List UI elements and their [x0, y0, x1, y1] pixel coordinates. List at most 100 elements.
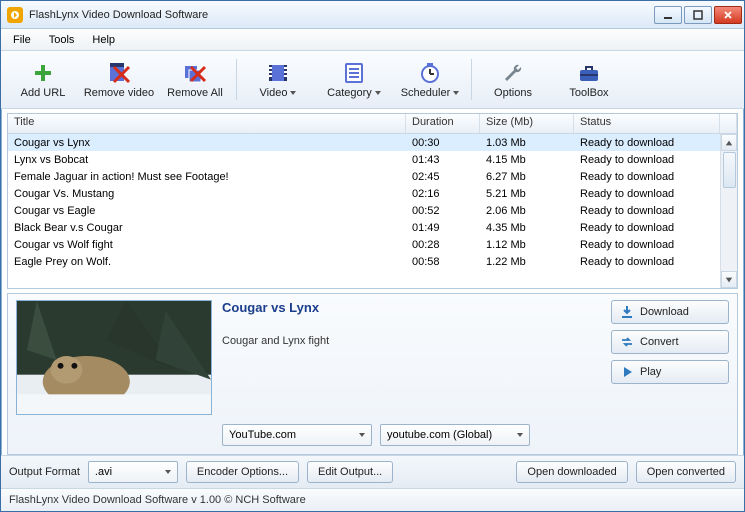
remove-video-icon: [107, 61, 131, 85]
app-icon: [7, 7, 23, 23]
cell-size: 1.12 Mb: [480, 237, 574, 253]
table-row[interactable]: Cougar vs Wolf fight00:281.12 MbReady to…: [8, 236, 720, 253]
cell-duration: 00:30: [406, 135, 480, 151]
chevron-down-icon: [453, 91, 459, 95]
scheduler-button[interactable]: Scheduler: [392, 53, 468, 106]
scrollbar-thumb[interactable]: [723, 152, 736, 188]
source-select[interactable]: YouTube.com: [222, 424, 372, 446]
output-format-label: Output Format: [9, 466, 80, 478]
remove-video-button[interactable]: Remove video: [81, 53, 157, 106]
open-converted-button[interactable]: Open converted: [636, 461, 736, 483]
play-button[interactable]: Play: [611, 360, 729, 384]
chevron-down-icon: [375, 91, 381, 95]
remove-all-icon: [183, 61, 207, 85]
scrollbar-track[interactable]: [721, 189, 737, 271]
column-status[interactable]: Status: [574, 114, 720, 133]
cell-title: Lynx vs Bobcat: [8, 152, 406, 168]
cell-duration: 02:16: [406, 186, 480, 202]
category-dropdown-button[interactable]: Category: [316, 53, 392, 106]
menu-tools[interactable]: Tools: [41, 32, 83, 48]
column-size[interactable]: Size (Mb): [480, 114, 574, 133]
cell-title: Cougar vs Eagle: [8, 203, 406, 219]
table-row[interactable]: Black Bear v.s Cougar01:494.35 MbReady t…: [8, 219, 720, 236]
statusbar: FlashLynx Video Download Software v 1.00…: [1, 489, 744, 511]
main-content: Title Duration Size (Mb) Status Cougar v…: [1, 109, 744, 455]
cell-title: Black Bear v.s Cougar: [8, 220, 406, 236]
output-format-select[interactable]: .avi: [88, 461, 178, 483]
close-button[interactable]: [714, 6, 742, 24]
detail-title: Cougar vs Lynx: [222, 300, 601, 315]
cell-title: Female Jaguar in action! Must see Footag…: [8, 169, 406, 185]
side-buttons: Download Convert Play: [611, 300, 729, 446]
encoder-options-button[interactable]: Encoder Options...: [186, 461, 299, 483]
toolbox-icon: [577, 61, 601, 85]
menu-help[interactable]: Help: [84, 32, 123, 48]
toolbar: Add URL Remove video Remove All Video Ca…: [1, 51, 744, 109]
list-body: Cougar vs Lynx00:301.03 MbReady to downl…: [8, 134, 737, 288]
plus-icon: [31, 61, 55, 85]
table-row[interactable]: Lynx vs Bobcat01:434.15 MbReady to downl…: [8, 151, 720, 168]
table-row[interactable]: Cougar vs Lynx00:301.03 MbReady to downl…: [8, 134, 720, 151]
toolbar-separator: [236, 59, 237, 100]
column-title[interactable]: Title: [8, 114, 406, 133]
menu-file[interactable]: File: [5, 32, 39, 48]
cell-duration: 02:45: [406, 169, 480, 185]
rows-container: Cougar vs Lynx00:301.03 MbReady to downl…: [8, 134, 720, 288]
cell-title: Cougar vs Wolf fight: [8, 237, 406, 253]
table-row[interactable]: Cougar vs Eagle00:522.06 MbReady to down…: [8, 202, 720, 219]
cell-status: Ready to download: [574, 203, 720, 219]
cell-duration: 00:52: [406, 203, 480, 219]
list-icon: [342, 61, 366, 85]
cell-duration: 01:43: [406, 152, 480, 168]
cell-status: Ready to download: [574, 220, 720, 236]
cell-duration: 00:58: [406, 254, 480, 270]
cell-status: Ready to download: [574, 254, 720, 270]
cell-size: 4.15 Mb: [480, 152, 574, 168]
cell-status: Ready to download: [574, 152, 720, 168]
chevron-down-icon: [165, 470, 171, 474]
titlebar: FlashLynx Video Download Software: [1, 1, 744, 29]
download-icon: [620, 305, 634, 319]
window-title: FlashLynx Video Download Software: [29, 9, 654, 21]
bottom-bar: Output Format .avi Encoder Options... Ed…: [1, 455, 744, 489]
remove-all-button[interactable]: Remove All: [157, 53, 233, 106]
options-button[interactable]: Options: [475, 53, 551, 106]
table-row[interactable]: Female Jaguar in action! Must see Footag…: [8, 168, 720, 185]
cell-status: Ready to download: [574, 135, 720, 151]
maximize-button[interactable]: [684, 6, 712, 24]
cell-size: 1.22 Mb: [480, 254, 574, 270]
cell-size: 2.06 Mb: [480, 203, 574, 219]
cell-status: Ready to download: [574, 169, 720, 185]
table-row[interactable]: Cougar Vs. Mustang02:165.21 MbReady to d…: [8, 185, 720, 202]
video-dropdown-button[interactable]: Video: [240, 53, 316, 106]
toolbox-button[interactable]: ToolBox: [551, 53, 627, 106]
cell-title: Cougar vs Lynx: [8, 135, 406, 151]
cell-size: 4.35 Mb: [480, 220, 574, 236]
cell-size: 6.27 Mb: [480, 169, 574, 185]
cell-status: Ready to download: [574, 186, 720, 202]
open-downloaded-button[interactable]: Open downloaded: [516, 461, 627, 483]
scroll-up-button[interactable]: [721, 134, 737, 151]
table-row[interactable]: Eagle Prey on Wolf.00:581.22 MbReady to …: [8, 253, 720, 270]
wrench-icon: [501, 61, 525, 85]
cell-size: 5.21 Mb: [480, 186, 574, 202]
region-select[interactable]: youtube.com (Global): [380, 424, 530, 446]
edit-output-button[interactable]: Edit Output...: [307, 461, 393, 483]
download-button[interactable]: Download: [611, 300, 729, 324]
cell-duration: 00:28: [406, 237, 480, 253]
add-url-button[interactable]: Add URL: [5, 53, 81, 106]
minimize-button[interactable]: [654, 6, 682, 24]
column-duration[interactable]: Duration: [406, 114, 480, 133]
scroll-down-button[interactable]: [721, 271, 737, 288]
status-text: FlashLynx Video Download Software v 1.00…: [9, 494, 306, 506]
chevron-down-icon: [517, 433, 523, 437]
detail-selects: YouTube.com youtube.com (Global): [222, 424, 601, 446]
column-scroll-spacer: [720, 114, 737, 133]
window-controls: [654, 6, 742, 24]
convert-button[interactable]: Convert: [611, 330, 729, 354]
cell-size: 1.03 Mb: [480, 135, 574, 151]
vertical-scrollbar[interactable]: [720, 134, 737, 288]
menubar: File Tools Help: [1, 29, 744, 51]
cell-duration: 01:49: [406, 220, 480, 236]
play-icon: [620, 365, 634, 379]
